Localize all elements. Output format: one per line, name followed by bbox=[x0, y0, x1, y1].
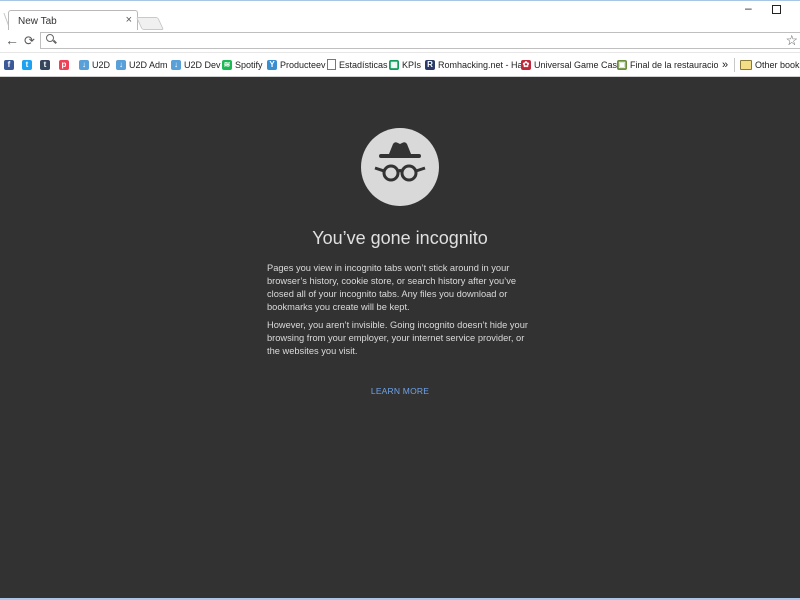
bookmark-label: Producteev bbox=[280, 59, 326, 70]
bookmark-label: U2D Dev bbox=[184, 59, 221, 70]
incognito-icon bbox=[361, 128, 439, 206]
u2d-icon: ↓ bbox=[79, 59, 89, 70]
toolbar: ← ⟳ ☆ bbox=[0, 30, 800, 53]
bookmark-label: U2D bbox=[92, 59, 111, 70]
restoration-icon: ▣ bbox=[617, 59, 627, 70]
address-input[interactable] bbox=[61, 34, 765, 48]
u2d-icon: ↓ bbox=[171, 59, 181, 70]
bookmark-item[interactable]: t bbox=[22, 57, 32, 72]
tumblr-icon: t bbox=[40, 59, 50, 70]
bookmark-label: Universal Game Case bbox=[534, 59, 620, 70]
producteev-icon: Y bbox=[267, 59, 277, 70]
bookmark-label: KPIs bbox=[402, 59, 422, 70]
bookmark-label: Estadísticas bbox=[339, 59, 388, 70]
bookmark-item[interactable]: ↓ U2D Dev bbox=[171, 57, 221, 72]
bookmark-label: U2D Adm bbox=[129, 59, 168, 70]
bookmark-star-icon[interactable]: ☆ bbox=[785, 32, 798, 49]
minimize-icon[interactable]: – bbox=[745, 1, 752, 15]
tab-new-tab[interactable]: New Tab × bbox=[8, 10, 138, 31]
maximize-icon[interactable] bbox=[772, 5, 781, 14]
bookmark-item[interactable]: ↓ U2D Adm bbox=[116, 57, 168, 72]
sheets-icon: ▦ bbox=[389, 59, 399, 70]
incognito-page: You’ve gone incognito Pages you view in … bbox=[0, 77, 800, 598]
bookmark-item[interactable]: ≋ Spotify bbox=[222, 57, 263, 72]
bookmark-label: Spotify bbox=[235, 59, 263, 70]
reload-icon[interactable]: ⟳ bbox=[24, 33, 35, 49]
pocket-icon: p bbox=[59, 59, 69, 70]
bookmark-label: Final de la restauracio bbox=[630, 59, 718, 70]
twitter-icon: t bbox=[22, 59, 32, 70]
back-arrow-icon[interactable]: ← bbox=[5, 32, 19, 48]
bookmark-item[interactable]: f bbox=[4, 57, 14, 72]
folder-icon bbox=[740, 59, 752, 70]
search-icon bbox=[46, 34, 54, 42]
new-tab-button[interactable] bbox=[135, 17, 165, 30]
bookmark-item[interactable]: Estadísticas bbox=[327, 57, 388, 72]
tab-strip: New Tab × – bbox=[0, 0, 800, 31]
page-title: You’ve gone incognito bbox=[312, 228, 488, 248]
page-icon bbox=[327, 59, 336, 70]
incognito-description: Pages you view in incognito tabs won’t s… bbox=[267, 263, 517, 312]
bookmark-item[interactable]: ▣ Final de la restauracio bbox=[617, 57, 718, 72]
omnibox[interactable]: ☆ bbox=[40, 32, 800, 49]
bookmark-item[interactable]: ↓ U2D bbox=[79, 57, 110, 72]
close-icon[interactable]: × bbox=[126, 14, 132, 26]
bookmark-item[interactable]: ✿ Universal Game Case bbox=[521, 57, 620, 72]
bookmarks-bar: f t t p ↓ U2D ↓ U2D Adm ↓ U2D Dev ≋ Spotify Y Product… bbox=[0, 53, 800, 77]
game-case-icon: ✿ bbox=[521, 59, 531, 70]
bookmark-item[interactable]: ▦ KPIs bbox=[389, 57, 421, 72]
incognito-warning: However, you aren’t invisible. Going inc… bbox=[267, 320, 528, 356]
bookmark-item[interactable]: t bbox=[40, 57, 50, 72]
other-bookmarks-label: Other bookm bbox=[755, 59, 800, 70]
spotify-icon: ≋ bbox=[222, 59, 232, 70]
bookmark-label: Romhacking.net - Ha bbox=[438, 59, 523, 70]
romhacking-icon: R bbox=[425, 59, 435, 70]
bookmark-item[interactable]: p bbox=[59, 57, 69, 72]
bookmarks-overflow-button[interactable]: » bbox=[722, 57, 728, 72]
u2d-icon: ↓ bbox=[116, 59, 126, 70]
bookmark-item[interactable]: R Romhacking.net - Ha bbox=[425, 57, 523, 72]
bookmark-item[interactable]: Y Producteev bbox=[267, 57, 326, 72]
tab-title: New Tab bbox=[18, 16, 57, 27]
facebook-icon: f bbox=[4, 59, 14, 70]
learn-more-link[interactable]: LEARN MORE bbox=[0, 386, 800, 396]
other-bookmarks-folder[interactable]: Other bookm bbox=[740, 57, 800, 72]
bookmarks-separator bbox=[734, 58, 735, 72]
